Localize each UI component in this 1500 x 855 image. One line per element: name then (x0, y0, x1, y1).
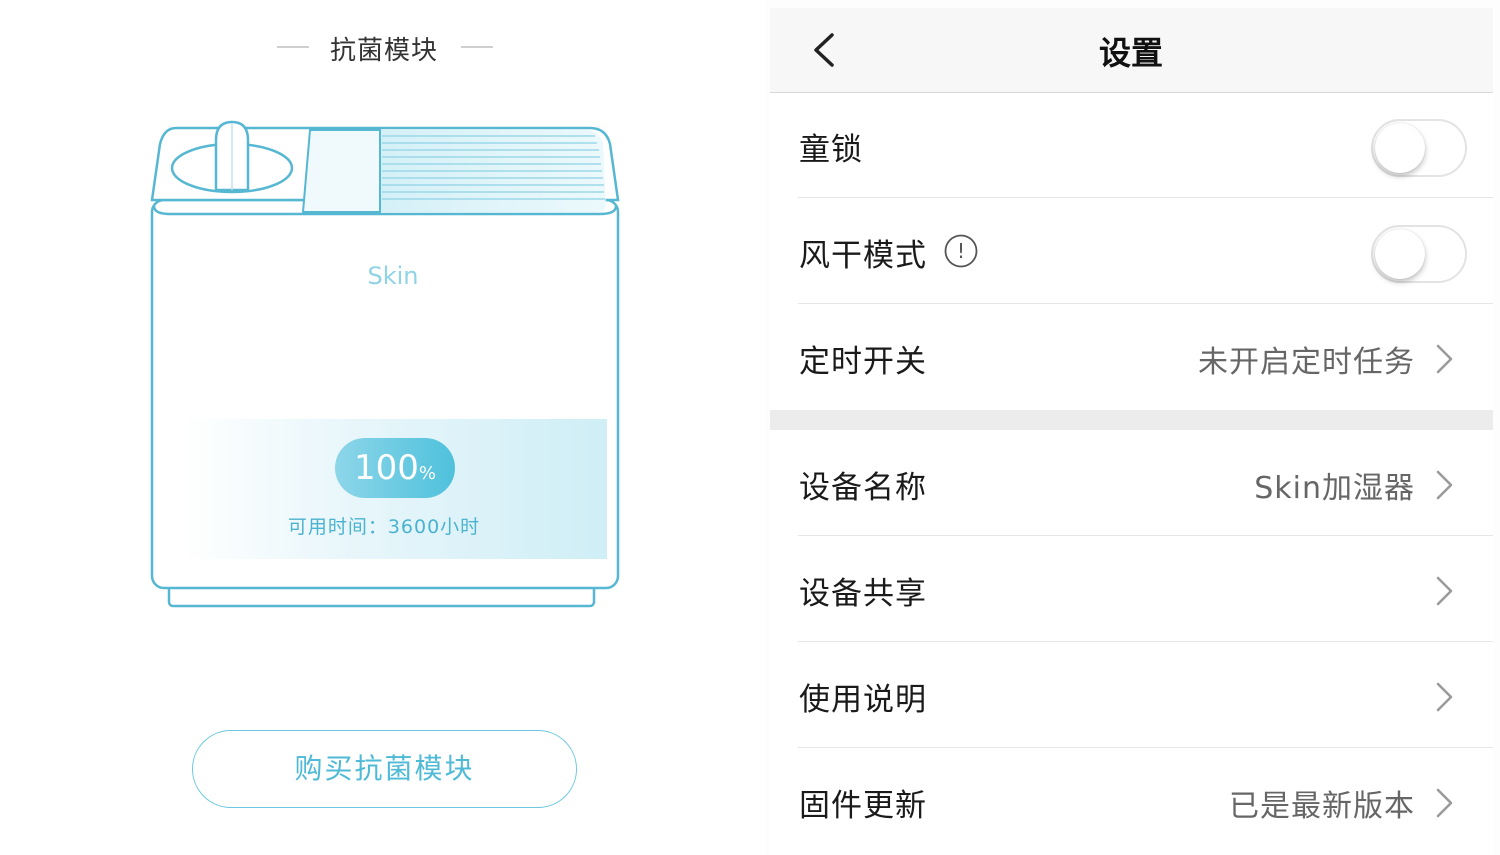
section-title: 抗菌模块 (329, 36, 438, 66)
toggle-knob (1375, 123, 1425, 173)
antibacterial-module-panel: 抗菌模块 Skin 100% 可用时间：3600小时 购买抗菌模块 (0, 0, 765, 855)
title-dash-left (277, 46, 309, 48)
settings-row-label: 定时开关 (799, 344, 927, 380)
settings-row-label: 固件更新 (799, 788, 927, 824)
settings-row-device-name[interactable]: 设备名称 Skin加湿器 (770, 430, 1493, 536)
section-gap (770, 410, 1493, 430)
settings-row-device-share[interactable]: 设备共享 (770, 536, 1493, 642)
settings-row-value: 未开启定时任务 (1198, 345, 1415, 380)
settings-row-label: 使用说明 (799, 682, 927, 718)
settings-row-child-lock: 童锁 (770, 92, 1493, 198)
settings-row-value: 已是最新版本 (1229, 789, 1415, 824)
chevron-right-icon (1436, 576, 1453, 606)
info-symbol: ! (957, 239, 965, 263)
settings-row-instructions[interactable]: 使用说明 (770, 642, 1493, 748)
screen: 抗菌模块 Skin 100% 可用时间：3600小时 购买抗菌模块 设置 童锁 … (0, 0, 1500, 855)
child-lock-toggle[interactable] (1371, 119, 1467, 177)
settings-row-label: 风干模式 (799, 238, 927, 274)
settings-row-label: 童锁 (799, 132, 863, 168)
section-header: 抗菌模块 (0, 28, 765, 68)
settings-row-label: 设备名称 (799, 470, 927, 506)
settings-row-air-dry: 风干模式 (770, 198, 1493, 304)
humidifier-illustration (150, 120, 620, 608)
chevron-left-icon[interactable] (806, 30, 846, 70)
settings-row-value: Skin加湿器 (1254, 471, 1415, 506)
nav-bar: 设置 (770, 8, 1493, 93)
module-percent-unit: % (418, 463, 436, 484)
buy-module-button[interactable]: 购买抗菌模块 (192, 730, 577, 808)
toggle-knob (1375, 229, 1425, 279)
remaining-time-text: 可用时间：3600小时 (287, 516, 481, 538)
settings-panel: 设置 童锁 风干模式 ! 定时开关 未开启定时任务 设备名称 Skin加湿器 设… (770, 8, 1493, 855)
info-icon[interactable]: ! (944, 234, 978, 268)
module-percent-badge: 100% (335, 438, 455, 498)
chevron-right-icon (1436, 470, 1453, 500)
page-title: 设置 (1098, 34, 1163, 72)
settings-row-firmware-update[interactable]: 固件更新 已是最新版本 (770, 748, 1493, 854)
air-dry-toggle[interactable] (1371, 225, 1467, 283)
device-brand-label: Skin (367, 262, 419, 290)
chevron-right-icon (1436, 344, 1453, 374)
chevron-right-icon (1436, 788, 1453, 818)
chevron-right-icon (1436, 682, 1453, 712)
settings-row-label: 设备共享 (799, 576, 927, 612)
settings-row-timer[interactable]: 定时开关 未开启定时任务 (770, 304, 1493, 410)
title-dash-right (461, 46, 493, 48)
module-percent-value: 100 (353, 448, 419, 488)
